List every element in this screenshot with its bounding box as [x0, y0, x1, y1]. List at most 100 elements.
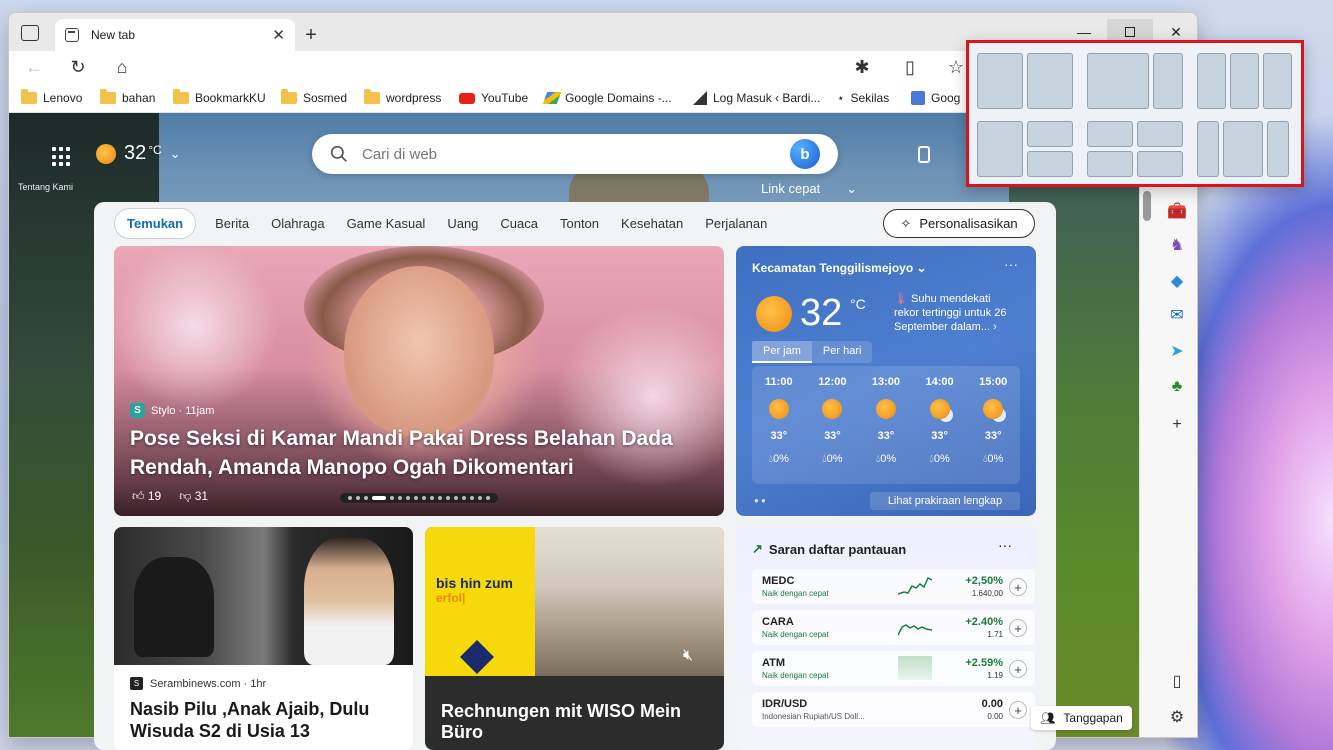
snap-zone[interactable]: [1223, 121, 1263, 177]
tab-uang[interactable]: Uang: [436, 208, 489, 239]
tab-temukan[interactable]: Temukan: [114, 208, 197, 239]
add-to-watchlist-button[interactable]: +: [1009, 578, 1027, 596]
favorite-item[interactable]: Lenovo: [21, 89, 82, 105]
tab-olahraga[interactable]: Olahraga: [260, 208, 335, 239]
watchlist-row[interactable]: MEDC Naik dengan cepat +2,50% 1.640,00 +: [752, 569, 1035, 604]
web-search-box[interactable]: Cari di web b: [312, 134, 838, 174]
article-source: S Serambinews.com · 1hr: [130, 677, 266, 690]
feedback-button[interactable]: 👥︎ Tanggapan: [1031, 706, 1132, 730]
tab-perjalanan[interactable]: Perjalanan: [694, 208, 778, 239]
like-button[interactable]: 👍︎ 19: [132, 489, 161, 504]
tab-per-jam[interactable]: Per jam: [752, 341, 812, 363]
tab-berita[interactable]: Berita: [204, 208, 260, 239]
games-icon[interactable]: ♞: [1165, 233, 1189, 257]
bing-chat-icon[interactable]: b: [790, 139, 820, 169]
snap-zone[interactable]: [1230, 53, 1259, 109]
snap-layout-halves[interactable]: [977, 53, 1073, 109]
new-tab-button[interactable]: +: [299, 23, 323, 47]
favorite-item[interactable]: Goog: [911, 91, 960, 105]
watchlist-row[interactable]: IDR/USD Indonesian Rupiah/US Doll... 0.0…: [752, 692, 1035, 727]
ad-title[interactable]: Rechnungen mit WISO Mein Büro: [441, 701, 724, 743]
outlook-icon[interactable]: ✉: [1165, 303, 1189, 327]
snap-zone[interactable]: [977, 53, 1023, 109]
ad-card[interactable]: bis hin zum erfol| 🔇︎ Rechnungen mit WIS…: [425, 527, 724, 750]
weather-card[interactable]: Kecamatan Tenggilismejoyo ⌄ ··· 32 °C 🌡︎…: [736, 246, 1036, 516]
watchlist-row[interactable]: ATM Naik dengan cepat +2.59% 1.19 +: [752, 651, 1035, 686]
back-button[interactable]: ←: [21, 54, 47, 80]
extensions-icon[interactable]: ✱: [849, 54, 875, 80]
weather-widget-top[interactable]: 32 °C ⌄: [96, 142, 181, 165]
snap-zone[interactable]: [1263, 53, 1292, 109]
refresh-button[interactable]: ↻: [65, 54, 91, 80]
favorite-item[interactable]: YouTube: [459, 91, 528, 105]
snap-layout-quarters[interactable]: [1087, 121, 1183, 177]
snap-zone[interactable]: [1267, 121, 1289, 177]
snap-zone[interactable]: [1153, 53, 1183, 109]
app-launcher-icon[interactable]: [52, 147, 72, 167]
snap-zone[interactable]: [1027, 151, 1073, 177]
snap-zone[interactable]: [1197, 53, 1226, 109]
home-button[interactable]: ⌂: [109, 54, 135, 80]
watchlist-row[interactable]: CARA Naik dengan cepat +2.40% 1.71 +: [752, 610, 1035, 645]
snap-zone[interactable]: [1087, 53, 1149, 109]
weather-location[interactable]: Kecamatan Tenggilismejoyo ⌄: [752, 261, 927, 275]
hide-sidebar-icon[interactable]: ▯: [1165, 669, 1189, 693]
snap-layout-thirds[interactable]: [1197, 53, 1292, 109]
tab-actions-icon[interactable]: [21, 25, 39, 41]
full-forecast-button[interactable]: Lihat prakiraan lengkap: [870, 492, 1020, 510]
snap-layout-wide-center[interactable]: [1197, 121, 1289, 177]
tab-tonton[interactable]: Tonton: [549, 208, 610, 239]
snap-layout-two-thirds[interactable]: [1087, 53, 1183, 109]
favorite-item[interactable]: Log Masuk ‹ Bardi...: [693, 91, 820, 105]
snap-zone[interactable]: [1087, 151, 1133, 177]
phone-icon[interactable]: [918, 146, 930, 163]
favorite-item[interactable]: BookmarkKU: [173, 89, 266, 105]
hour-column: 13:00 33° 💧︎0%: [871, 376, 901, 465]
about-label[interactable]: Tentang Kami: [18, 182, 73, 192]
e-tree-icon[interactable]: ♣: [1165, 375, 1189, 399]
scrollbar-thumb[interactable]: [1143, 191, 1151, 221]
snap-zone[interactable]: [1137, 121, 1183, 147]
tab-kesehatan[interactable]: Kesehatan: [610, 208, 694, 239]
add-to-watchlist-button[interactable]: +: [1009, 660, 1027, 678]
article-title[interactable]: Nasib Pilu ,Anak Ajaib, Dulu Wisuda S2 d…: [130, 698, 400, 742]
snap-zone[interactable]: [1027, 53, 1073, 109]
snap-zone[interactable]: [977, 121, 1023, 177]
hero-article[interactable]: S Stylo · 11jam Pose Seksi di Kamar Mand…: [114, 246, 724, 516]
mute-icon[interactable]: 🔇︎: [683, 647, 693, 665]
tab-new-tab[interactable]: New tab ✕: [55, 19, 295, 51]
page-dots[interactable]: ● ●: [754, 496, 766, 505]
tab-cuaca[interactable]: Cuaca: [489, 208, 549, 239]
snap-layout-half-quarters[interactable]: [977, 121, 1073, 177]
weather-record-note[interactable]: 🌡︎ Suhu mendekati rekor tertinggi untuk …: [894, 292, 1014, 334]
favorite-item[interactable]: Sosmed: [281, 89, 347, 105]
favorite-item[interactable]: Google Domains -...: [542, 91, 672, 105]
snap-zone[interactable]: [1027, 121, 1073, 147]
add-to-watchlist-button[interactable]: +: [1009, 619, 1027, 637]
close-tab-icon[interactable]: ✕: [272, 26, 285, 44]
tab-game-kasual[interactable]: Game Kasual: [336, 208, 437, 239]
snap-zone[interactable]: [1197, 121, 1219, 177]
add-sidebar-app-icon[interactable]: +: [1165, 413, 1189, 437]
hero-title[interactable]: Pose Seksi di Kamar Mandi Pakai Dress Be…: [130, 424, 720, 482]
snap-layouts-flyout: [966, 40, 1304, 187]
more-options-icon[interactable]: ···: [1004, 256, 1018, 272]
carousel-indicator[interactable]: [340, 493, 498, 503]
snap-zone[interactable]: [1137, 151, 1183, 177]
add-to-watchlist-button[interactable]: +: [1009, 701, 1027, 719]
favorite-item[interactable]: wordpress: [364, 89, 441, 105]
quick-links-toggle[interactable]: Link cepat ⌄: [761, 181, 857, 197]
favorite-item[interactable]: ⋆ Sekilas: [837, 91, 889, 105]
split-screen-icon[interactable]: ▯: [897, 54, 923, 80]
tab-per-hari[interactable]: Per hari: [812, 341, 873, 363]
snap-zone[interactable]: [1087, 121, 1133, 147]
tools-icon[interactable]: 🧰: [1165, 199, 1189, 223]
drop-icon[interactable]: ➤: [1165, 339, 1189, 363]
personalize-button[interactable]: ✧ Personalisasikan: [883, 209, 1035, 238]
sidebar-settings-icon[interactable]: ⚙: [1165, 705, 1189, 729]
microsoft-365-icon[interactable]: ◆: [1165, 269, 1189, 293]
article-card[interactable]: S Serambinews.com · 1hr Nasib Pilu ,Anak …: [114, 527, 413, 750]
more-options-icon[interactable]: ···: [998, 537, 1012, 553]
favorite-item[interactable]: bahan: [100, 89, 155, 105]
dislike-button[interactable]: 👎︎ 31: [179, 489, 208, 504]
